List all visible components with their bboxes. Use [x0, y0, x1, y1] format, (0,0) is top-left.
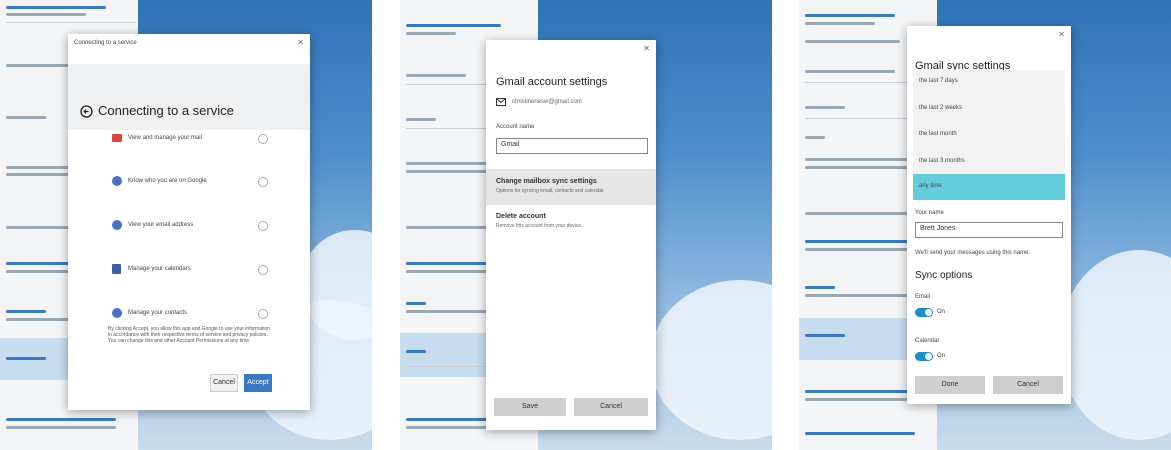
contacts-icon	[112, 308, 122, 318]
page-title: Connecting to a service	[98, 103, 234, 118]
cancel-button[interactable]: Cancel	[993, 376, 1063, 394]
disclaimer-text: By clicking Accept, you allow this app a…	[108, 326, 271, 344]
cloud	[650, 280, 772, 440]
calendar-icon	[112, 264, 121, 274]
permission-item[interactable]: Know who you are on Google	[108, 174, 268, 188]
account-name-input[interactable]: Gmail	[496, 138, 648, 154]
mail-icon	[496, 98, 506, 106]
calendar-sync-state: On	[937, 353, 946, 359]
selected-label: any time	[919, 183, 942, 189]
cancel-button[interactable]: Cancel	[210, 374, 238, 392]
dialog-header: Connecting to a service	[68, 64, 310, 130]
delete-account-subtitle: Remove this account from your device.	[496, 223, 583, 229]
permission-item[interactable]: View your email address	[108, 218, 268, 232]
sync-options-title: Sync options	[915, 270, 973, 281]
accept-button[interactable]: Accept	[244, 374, 272, 392]
permission-info-icon[interactable]	[258, 265, 268, 275]
close-icon[interactable]: ✕	[643, 44, 650, 53]
done-button[interactable]: Done	[915, 376, 985, 394]
list-item[interactable]: the last 2 weeks	[919, 105, 962, 111]
account-name-label: Account name	[496, 124, 535, 130]
screenshot-panel-account-settings: ✕ Gmail account settings christinenesw@g…	[400, 0, 772, 450]
back-arrow-icon[interactable]	[80, 105, 93, 118]
permission-label: Manage your calendars	[128, 266, 191, 272]
delete-account-title: Delete account	[496, 213, 546, 220]
permission-label: Know who you are on Google	[128, 178, 207, 184]
delete-account-item[interactable]: Delete account Remove this account from …	[486, 210, 656, 240]
permission-label: View and manage your mail	[128, 135, 202, 141]
email-sync-state: On	[937, 309, 946, 315]
list-item[interactable]: the last 3 months	[919, 158, 965, 164]
permission-label: Manage your contacts	[128, 310, 188, 316]
cloud	[1059, 250, 1171, 440]
list-item-selected[interactable]: any time	[913, 174, 1065, 200]
screenshot-panel-connect: Connecting to a service ✕ Connecting to …	[0, 0, 372, 450]
page-title: Gmail account settings	[496, 76, 608, 88]
permission-info-icon[interactable]	[258, 309, 268, 319]
permission-item[interactable]: View and manage your mail	[108, 132, 268, 146]
account-settings-dialog: ✕ Gmail account settings christinenesw@g…	[486, 40, 656, 430]
dialog-title: Connecting to a service	[74, 40, 137, 46]
sync-settings-title: Change mailbox sync settings	[496, 178, 597, 185]
sync-settings-subtitle: Options for syncing email, contacts and …	[496, 188, 605, 194]
close-icon[interactable]: ✕	[1058, 30, 1065, 39]
permission-item[interactable]: Manage your calendars	[108, 262, 268, 276]
account-email: christinenesw@gmail.com	[512, 99, 582, 105]
your-name-input[interactable]: Brett Jones	[915, 222, 1063, 238]
permission-item[interactable]: Manage your contacts	[108, 306, 268, 320]
cancel-button[interactable]: Cancel	[574, 398, 648, 416]
your-name-hint: We'll send your messages using this name…	[915, 250, 1031, 256]
connect-dialog: Connecting to a service ✕ Connecting to …	[68, 34, 310, 410]
your-name-label: Your name	[915, 210, 944, 216]
permission-label: View your email address	[128, 222, 194, 228]
list-item[interactable]: the last month	[919, 131, 957, 137]
email-sync-toggle[interactable]	[915, 308, 933, 317]
permission-info-icon[interactable]	[258, 221, 268, 231]
person-icon	[112, 220, 122, 230]
save-button[interactable]: Save	[494, 398, 566, 416]
google-profile-icon	[112, 176, 122, 186]
email-sync-label: Email	[915, 294, 931, 300]
permission-info-icon[interactable]	[258, 177, 268, 187]
calendar-sync-label: Calendar	[915, 338, 940, 344]
sync-settings-item[interactable]: Change mailbox sync settings Options for…	[486, 169, 656, 205]
download-range-list[interactable]: the last 7 days the last 2 weeks the las…	[913, 70, 1065, 200]
calendar-sync-toggle[interactable]	[915, 352, 933, 361]
screenshot-panel-sync-settings: ✕ Gmail sync settings the last 7 days th…	[799, 0, 1171, 450]
close-icon[interactable]: ✕	[297, 38, 304, 47]
sync-settings-dialog: ✕ Gmail sync settings the last 7 days th…	[907, 26, 1071, 404]
list-item[interactable]: the last 7 days	[919, 78, 958, 84]
mail-icon	[112, 134, 122, 142]
permission-info-icon[interactable]	[258, 134, 268, 144]
